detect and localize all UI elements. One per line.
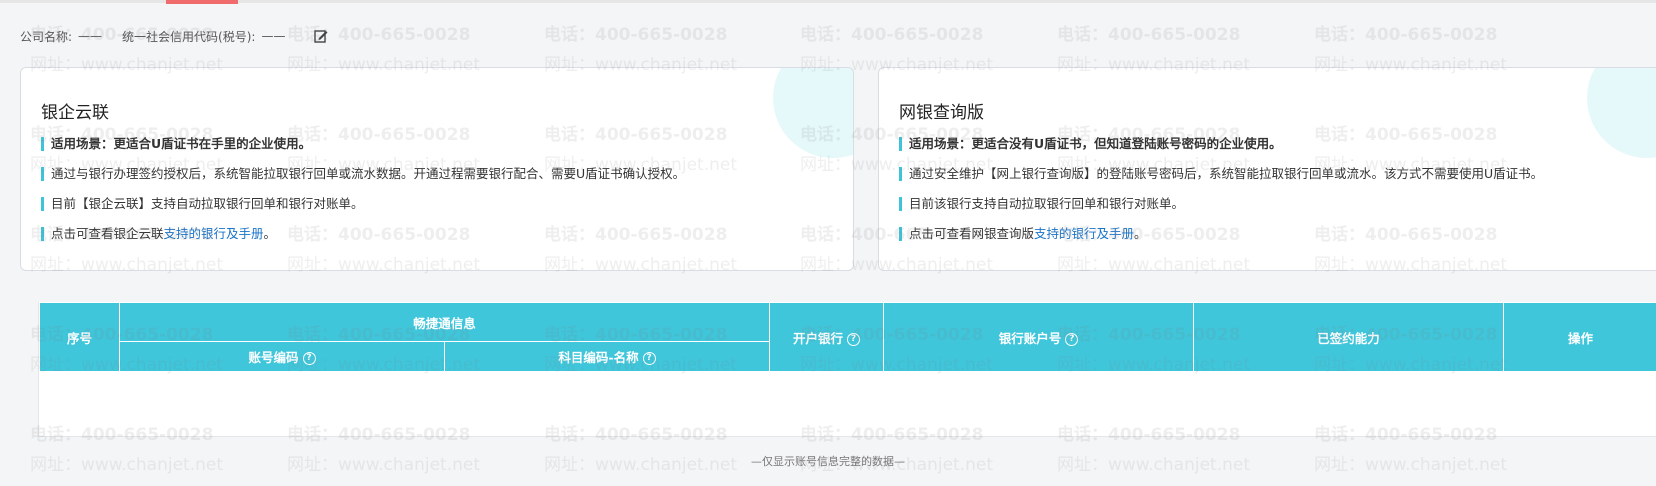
list-item: 点击可查看网银查询版支持的银行及手册。 xyxy=(899,226,1543,242)
decorative-bubble xyxy=(1587,68,1656,158)
list-item: 通过安全维护【网上银行查询版】的登陆账号密码后，系统智能拉取银行回单或流水。该方… xyxy=(899,166,1543,182)
col-bank-account-header: 银行账户号? xyxy=(883,302,1195,372)
col-bank-header: 开户银行? xyxy=(769,302,885,372)
account-table-wrap: 序号 畅捷通信息 开户银行? 银行账户号? 已签约能力 操作 账号编码? 科目编… xyxy=(38,302,1656,437)
account-table: 序号 畅捷通信息 开户银行? 银行账户号? 已签约能力 操作 账号编码? 科目编… xyxy=(39,302,1656,372)
online-banking-card: 网银查询版 适用场景：更适合没有U盾证书，但知道登陆账号密码的企业使用。 通过安… xyxy=(878,67,1656,271)
watermark-phone: 电话：400-665-0028 xyxy=(1314,25,1498,45)
list-item-suffix: 。 xyxy=(1134,226,1147,241)
help-icon[interactable]: ? xyxy=(847,332,861,346)
header-text: 银行账户号 xyxy=(998,330,1062,346)
watermark-phone: 电话：400-665-0028 xyxy=(544,25,728,45)
list-item: 目前【银企云联】支持自动拉取银行回单和银行对账单。 xyxy=(41,196,685,212)
company-name-value: —— xyxy=(78,29,103,43)
help-icon[interactable]: ? xyxy=(642,352,656,365)
header-text: 开户银行 xyxy=(793,330,844,346)
watermark-phone: 电话：400-665-0028 xyxy=(800,25,984,45)
list-item-text: 点击可查看银企云联 xyxy=(51,226,164,241)
empty-note: —仅显示账号信息完整的数据— xyxy=(751,455,905,468)
feature-list: 适用场景：更适合没有U盾证书，但知道登陆账号密码的企业使用。 通过安全维护【网上… xyxy=(899,136,1543,256)
credit-code-label: 统一社会信用代码(税号): xyxy=(122,29,256,44)
col-subject-header: 科目编码-名称? xyxy=(443,341,771,372)
col-action-header: 操作 xyxy=(1503,302,1656,372)
header-text: 账号编码 xyxy=(248,350,299,365)
col-signed-header: 已签约能力 xyxy=(1193,302,1505,372)
col-account-code-header: 账号编码? xyxy=(119,341,445,372)
list-item-suffix: 。 xyxy=(263,226,277,241)
list-item: 适用场景：更适合没有U盾证书，但知道登陆账号密码的企业使用。 xyxy=(899,136,1543,152)
col-index-header: 序号 xyxy=(39,302,120,372)
group-header: 畅捷通信息 xyxy=(118,302,771,342)
list-item: 适用场景：更适合U盾证书在手里的企业使用。 xyxy=(41,136,685,152)
watermark-phone: 电话：400-665-0028 xyxy=(1057,25,1241,45)
bank-cloud-card: 银企云联 适用场景：更适合U盾证书在手里的企业使用。 通过与银行办理签约授权后，… xyxy=(20,67,854,271)
supported-banks-link[interactable]: 支持的银行及手册 xyxy=(164,226,264,241)
active-tab-indicator xyxy=(166,0,238,4)
company-info-row: 公司名称: —— 统一社会信用代码(税号): —— xyxy=(20,28,329,44)
list-item: 目前该银行支持自动拉取银行回单和银行对账单。 xyxy=(899,196,1543,212)
company-name-label: 公司名称: xyxy=(20,29,73,44)
list-item-text: 点击可查看网银查询版 xyxy=(909,226,1035,241)
header-text: 科目编码-名称 xyxy=(558,350,639,365)
help-icon[interactable]: ? xyxy=(1065,332,1079,346)
card-title: 网银查询版 xyxy=(899,103,984,123)
list-item: 点击可查看银企云联支持的银行及手册。 xyxy=(41,226,685,242)
credit-code-value: —— xyxy=(261,29,286,43)
help-icon[interactable]: ? xyxy=(302,352,316,365)
supported-banks-link[interactable]: 支持的银行及手册 xyxy=(1034,226,1134,241)
card-title: 银企云联 xyxy=(41,103,109,123)
list-item: 通过与银行办理签约授权后，系统智能拉取银行回单或流水数据。开通过程需要银行配合、… xyxy=(41,166,685,182)
edit-icon[interactable] xyxy=(313,28,329,44)
feature-list: 适用场景：更适合U盾证书在手里的企业使用。 通过与银行办理签约授权后，系统智能拉… xyxy=(41,136,685,256)
top-border xyxy=(0,0,1656,3)
decorative-bubble xyxy=(773,68,853,158)
